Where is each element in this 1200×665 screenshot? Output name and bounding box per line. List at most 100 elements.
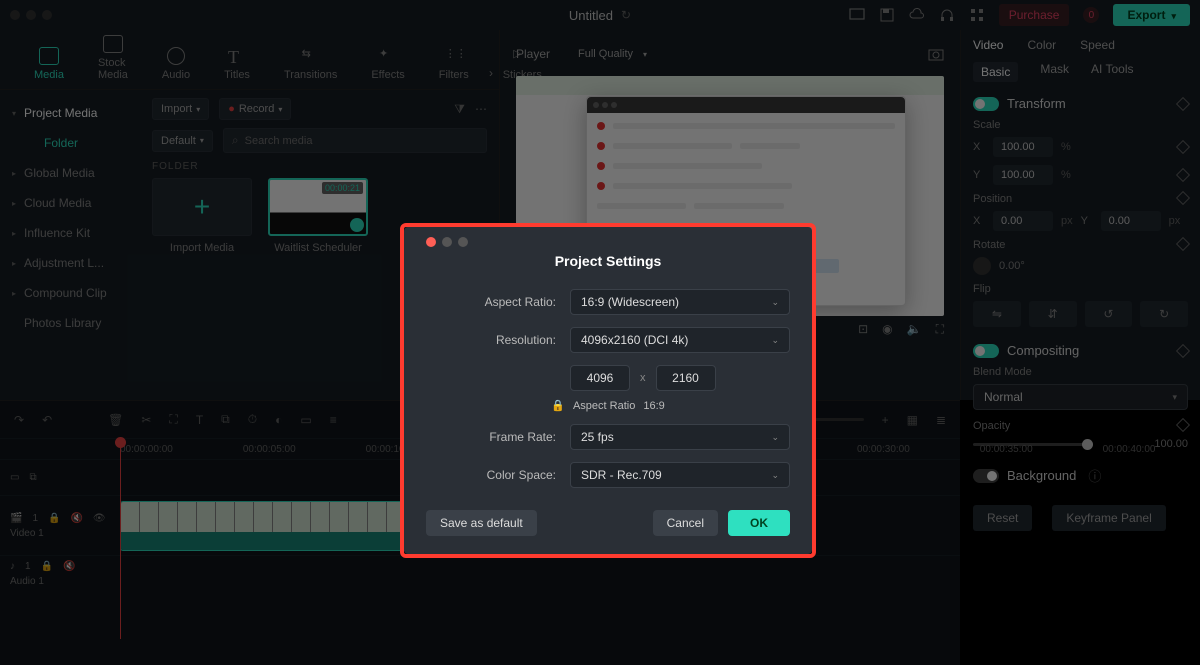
purchase-button[interactable]: Purchase <box>999 4 1070 26</box>
fullscreen-icon[interactable]: ⛶ <box>936 322 944 337</box>
lock-icon[interactable]: 🔒 <box>551 399 565 412</box>
subtitle-icon[interactable]: ▭ <box>300 413 311 427</box>
keyframe-diamond-icon[interactable] <box>1176 140 1190 154</box>
filter-icon[interactable]: ⧩ <box>454 102 465 117</box>
lock-icon[interactable]: 🔒 <box>48 513 60 524</box>
sidebar-project-media[interactable]: ▾Project Media <box>0 98 140 128</box>
save-default-button[interactable]: Save as default <box>426 510 537 536</box>
sidebar-influence-kit[interactable]: ▸Influence Kit <box>0 218 140 248</box>
view-grid-icon[interactable]: ▦ <box>907 413 918 427</box>
rotate-ccw-button[interactable]: ↺ <box>1085 301 1133 327</box>
mute-icon[interactable]: 🔇 <box>63 561 75 572</box>
record-dropdown[interactable]: ●Record▾ <box>219 98 291 120</box>
info-icon[interactable]: ⓘ <box>1088 466 1101 485</box>
transform-toggle[interactable] <box>973 97 999 111</box>
compositing-toggle[interactable] <box>973 344 999 358</box>
width-input[interactable]: 4096 <box>570 365 630 391</box>
sidebar-folder[interactable]: Folder <box>0 128 140 158</box>
window-controls[interactable] <box>10 10 52 20</box>
keyframe-diamond-icon[interactable] <box>1176 237 1190 251</box>
framerate-select[interactable]: 25 fps⌄ <box>570 424 790 450</box>
cut-icon[interactable]: ✂ <box>141 413 151 427</box>
rotate-knob[interactable] <box>973 257 991 275</box>
keyframe-diamond-icon[interactable] <box>1176 343 1190 357</box>
color-icon[interactable]: ◐ <box>275 413 282 427</box>
aspect-ratio-select[interactable]: 16:9 (Widescreen)⌄ <box>570 289 790 315</box>
resolution-select[interactable]: 4096x2160 (DCI 4k)⌄ <box>570 327 790 353</box>
tab-transitions[interactable]: ⇆Transitions <box>284 47 337 81</box>
more-icon[interactable]: ⋯ <box>475 102 487 116</box>
tab-media[interactable]: Media <box>34 47 64 81</box>
rotate-cw-button[interactable]: ↻ <box>1140 301 1188 327</box>
inspector-tab-video[interactable]: Video <box>973 38 1003 52</box>
sidebar-compound-clip[interactable]: ▸Compound Clip <box>0 278 140 308</box>
import-dropdown[interactable]: Import▾ <box>152 98 209 120</box>
search-input[interactable]: ⌕ <box>223 128 487 153</box>
volume-icon[interactable]: 🔈 <box>907 322 922 337</box>
screen-icon[interactable] <box>849 7 865 23</box>
tab-audio[interactable]: Audio <box>162 47 190 81</box>
redo-icon[interactable]: ↷ <box>14 413 24 427</box>
mute-icon[interactable]: 🔇 <box>70 513 82 524</box>
visibility-icon[interactable]: 👁 <box>93 513 106 524</box>
snapshot-icon[interactable] <box>928 47 944 61</box>
scale-x-input[interactable] <box>993 137 1053 157</box>
reset-button[interactable]: Reset <box>973 505 1032 531</box>
apps-icon[interactable] <box>969 7 985 23</box>
tab-filters[interactable]: ⋮⋮Filters <box>439 47 469 81</box>
track-icon[interactable]: ≡ <box>330 413 337 427</box>
sidebar-adjustment-layer[interactable]: ▸Adjustment L... <box>0 248 140 278</box>
import-media-card[interactable]: + Import Media <box>152 178 252 254</box>
camera-icon[interactable]: ◉ <box>882 322 892 337</box>
tab-effects[interactable]: ✦Effects <box>371 47 404 81</box>
tabs-overflow-icon[interactable]: › <box>489 66 493 80</box>
background-toggle[interactable] <box>973 469 999 483</box>
flip-v-button[interactable]: ⇵ <box>1029 301 1077 327</box>
keyframe-diamond-icon[interactable] <box>1176 96 1190 110</box>
view-list-icon[interactable]: ≣ <box>936 413 946 427</box>
lock-icon[interactable]: 🔒 <box>41 561 53 572</box>
flip-h-button[interactable]: ⇋ <box>973 301 1021 327</box>
keyframe-panel-button[interactable]: Keyframe Panel <box>1052 505 1165 531</box>
sidebar-photos-library[interactable]: Photos Library <box>0 308 140 338</box>
inspector-tab-color[interactable]: Color <box>1027 38 1056 52</box>
zoom-in-icon[interactable]: + <box>882 413 889 427</box>
scale-y-input[interactable] <box>993 165 1053 185</box>
sidebar-cloud-media[interactable]: ▸Cloud Media <box>0 188 140 218</box>
inspector-subtab-ai[interactable]: AI Tools <box>1091 62 1133 82</box>
text-icon[interactable]: T <box>196 413 203 427</box>
sort-dropdown[interactable]: Default▾ <box>152 130 213 152</box>
display-icon[interactable]: ⊡ <box>858 322 868 337</box>
keyframe-diamond-icon[interactable] <box>1176 191 1190 205</box>
copy-icon[interactable]: ⧉ <box>221 412 230 427</box>
headphones-icon[interactable] <box>939 7 955 23</box>
blend-mode-select[interactable]: Normal▾ <box>973 384 1188 410</box>
inspector-subtab-basic[interactable]: Basic <box>973 62 1018 82</box>
crop-icon[interactable]: ⛶ <box>169 412 177 427</box>
tab-titles[interactable]: TTitles <box>224 47 250 81</box>
colorspace-select[interactable]: SDR - Rec.709⌄ <box>570 462 790 488</box>
tab-stock-media[interactable]: Stock Media <box>98 35 128 81</box>
quality-dropdown[interactable]: Full Quality ▾ <box>570 44 655 64</box>
height-input[interactable]: 2160 <box>656 365 716 391</box>
delete-icon[interactable]: 🗑 <box>108 413 123 427</box>
dialog-window-controls[interactable] <box>426 237 790 247</box>
inspector-tab-speed[interactable]: Speed <box>1080 38 1115 52</box>
pos-y-input[interactable] <box>1101 211 1161 231</box>
ok-button[interactable]: OK <box>728 510 790 536</box>
cloud-sync-icon[interactable]: ↻ <box>621 8 631 22</box>
export-button[interactable]: Export▾ <box>1113 4 1190 26</box>
media-clip-card[interactable]: 00:00:21 Waitlist Scheduler <box>268 178 368 254</box>
speed-icon[interactable]: ⏱ <box>248 412 257 427</box>
keyframe-diamond-icon[interactable] <box>1176 418 1190 432</box>
track-audio-1[interactable]: ♪1🔒🔇 Audio 1 <box>0 555 960 591</box>
sidebar-global-media[interactable]: ▸Global Media <box>0 158 140 188</box>
keyframe-diamond-icon[interactable] <box>1176 168 1190 182</box>
undo-icon[interactable]: ↶ <box>42 413 52 427</box>
upload-cloud-icon[interactable] <box>909 7 925 23</box>
inspector-subtab-mask[interactable]: Mask <box>1040 62 1069 82</box>
notification-badge[interactable]: 0 <box>1083 7 1099 23</box>
playhead[interactable] <box>120 439 121 639</box>
cancel-button[interactable]: Cancel <box>653 510 718 536</box>
save-icon[interactable] <box>879 7 895 23</box>
